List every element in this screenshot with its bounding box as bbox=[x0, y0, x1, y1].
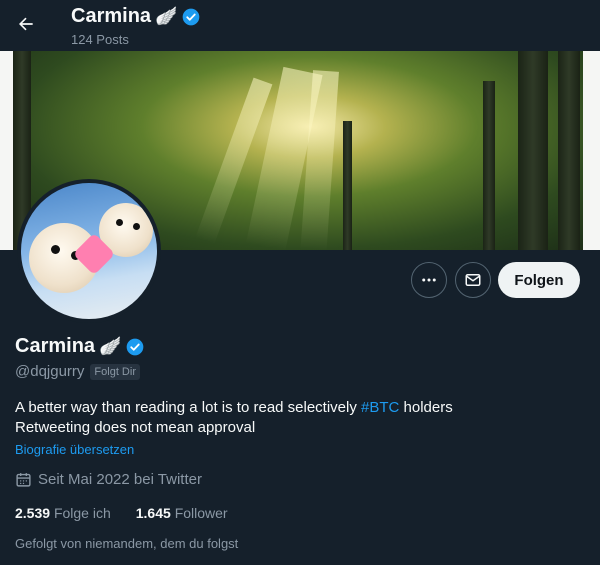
bio: A better way than reading a lot is to re… bbox=[15, 398, 585, 438]
translate-bio-link[interactable]: Biografie übersetzen bbox=[15, 442, 134, 457]
follow-counts: 2.539 Folge ich 1.645 Follower bbox=[15, 505, 228, 521]
following-count: 2.539 bbox=[15, 505, 51, 521]
more-dots-icon bbox=[422, 278, 436, 282]
bio-line-1: A better way than reading a lot is to re… bbox=[15, 398, 585, 418]
banner-edge-left bbox=[0, 51, 13, 250]
verified-badge-icon bbox=[183, 8, 200, 25]
wing-emoji: 🪽 bbox=[99, 336, 122, 356]
joined-date: Seit Mai 2022 bei Twitter bbox=[15, 471, 202, 488]
header-title-text: Carmina bbox=[71, 5, 152, 27]
header-title: Carmina 🪽 bbox=[71, 5, 201, 28]
envelope-icon bbox=[465, 274, 481, 286]
hashtag-link[interactable]: #BTC bbox=[361, 399, 399, 416]
joined-text: Seit Mai 2022 bei Twitter bbox=[38, 471, 202, 488]
profile-name: Carmina 🪽 bbox=[15, 335, 145, 358]
bio-line-2: Retweeting does not mean approval bbox=[15, 419, 256, 436]
user-handle: @dqjgurry bbox=[15, 363, 85, 380]
banner-edge-right bbox=[583, 51, 600, 250]
followers-link[interactable]: 1.645 Follower bbox=[136, 505, 228, 521]
bio-text: A better way than reading a lot is to re… bbox=[15, 399, 362, 416]
display-name: Carmina bbox=[15, 335, 96, 357]
wing-emoji: 🪽 bbox=[155, 6, 178, 26]
following-link[interactable]: 2.539 Folge ich bbox=[15, 505, 111, 521]
posts-count: 124 Posts bbox=[71, 32, 129, 47]
top-bar: Carmina 🪽 124 Posts bbox=[0, 0, 600, 51]
verified-badge-icon bbox=[127, 338, 144, 355]
avatar[interactable] bbox=[17, 179, 161, 323]
following-label: Folge ich bbox=[53, 505, 111, 521]
handle-row: @dqjgurry Folgt Dir bbox=[15, 363, 140, 380]
mutual-followers-text: Gefolgt von niemandem, dem du folgst bbox=[15, 536, 239, 551]
follows-you-badge: Folgt Dir bbox=[90, 363, 140, 380]
followers-label: Follower bbox=[174, 505, 228, 521]
arrow-left-icon bbox=[19, 17, 33, 31]
back-button[interactable] bbox=[14, 12, 38, 36]
follow-button[interactable]: Folgen bbox=[498, 262, 580, 298]
bio-text-end: holders bbox=[399, 399, 453, 416]
followers-count: 1.645 bbox=[135, 505, 171, 521]
more-button[interactable] bbox=[411, 262, 447, 298]
message-button[interactable] bbox=[455, 262, 491, 298]
calendar-icon bbox=[16, 473, 31, 487]
